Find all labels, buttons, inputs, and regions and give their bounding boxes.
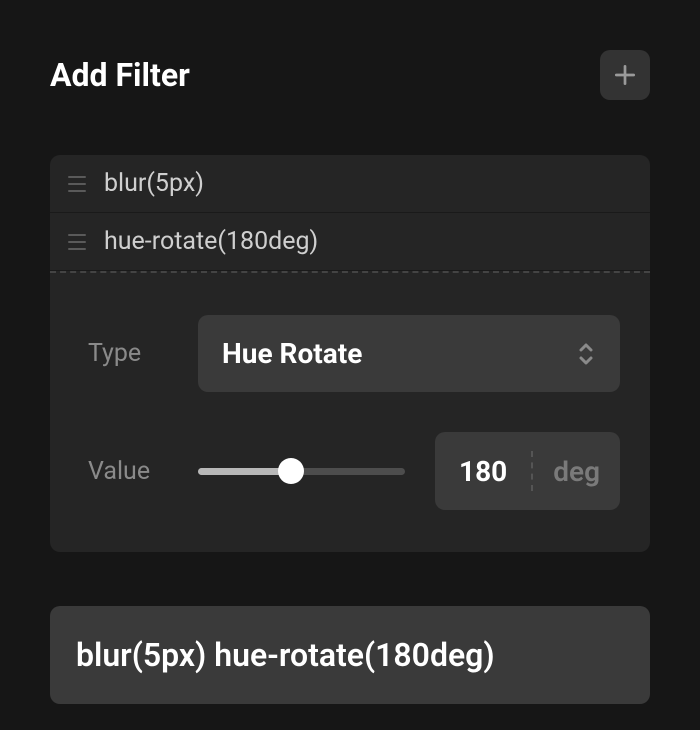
value-label: Value	[88, 457, 168, 486]
value-number-input[interactable]: 180	[435, 455, 531, 488]
filter-editor: Type Hue Rotate Value 180	[50, 271, 650, 552]
slider-thumb[interactable]	[278, 458, 304, 484]
filter-type-select[interactable]: Hue Rotate	[198, 315, 620, 392]
output-text: blur(5px) hue-rotate(180deg)	[76, 636, 624, 674]
drag-handle-icon[interactable]	[68, 234, 86, 250]
chevron-up-down-icon	[576, 340, 596, 368]
plus-icon	[612, 62, 638, 88]
filter-item-label: blur(5px)	[104, 169, 204, 198]
filter-panel: blur(5px) hue-rotate(180deg) Type Hue Ro…	[50, 155, 650, 552]
value-slider[interactable]	[198, 457, 405, 485]
value-unit: deg	[533, 455, 620, 488]
panel-title: Add Filter	[50, 56, 190, 94]
select-value: Hue Rotate	[222, 337, 362, 370]
type-label: Type	[88, 339, 168, 368]
filter-item[interactable]: hue-rotate(180deg)	[50, 213, 650, 271]
add-filter-button[interactable]	[600, 50, 650, 100]
output-preview: blur(5px) hue-rotate(180deg)	[50, 606, 650, 704]
filter-item-label: hue-rotate(180deg)	[104, 227, 318, 256]
value-input-group: 180 deg	[435, 432, 620, 510]
filter-item[interactable]: blur(5px)	[50, 155, 650, 213]
drag-handle-icon[interactable]	[68, 176, 86, 192]
